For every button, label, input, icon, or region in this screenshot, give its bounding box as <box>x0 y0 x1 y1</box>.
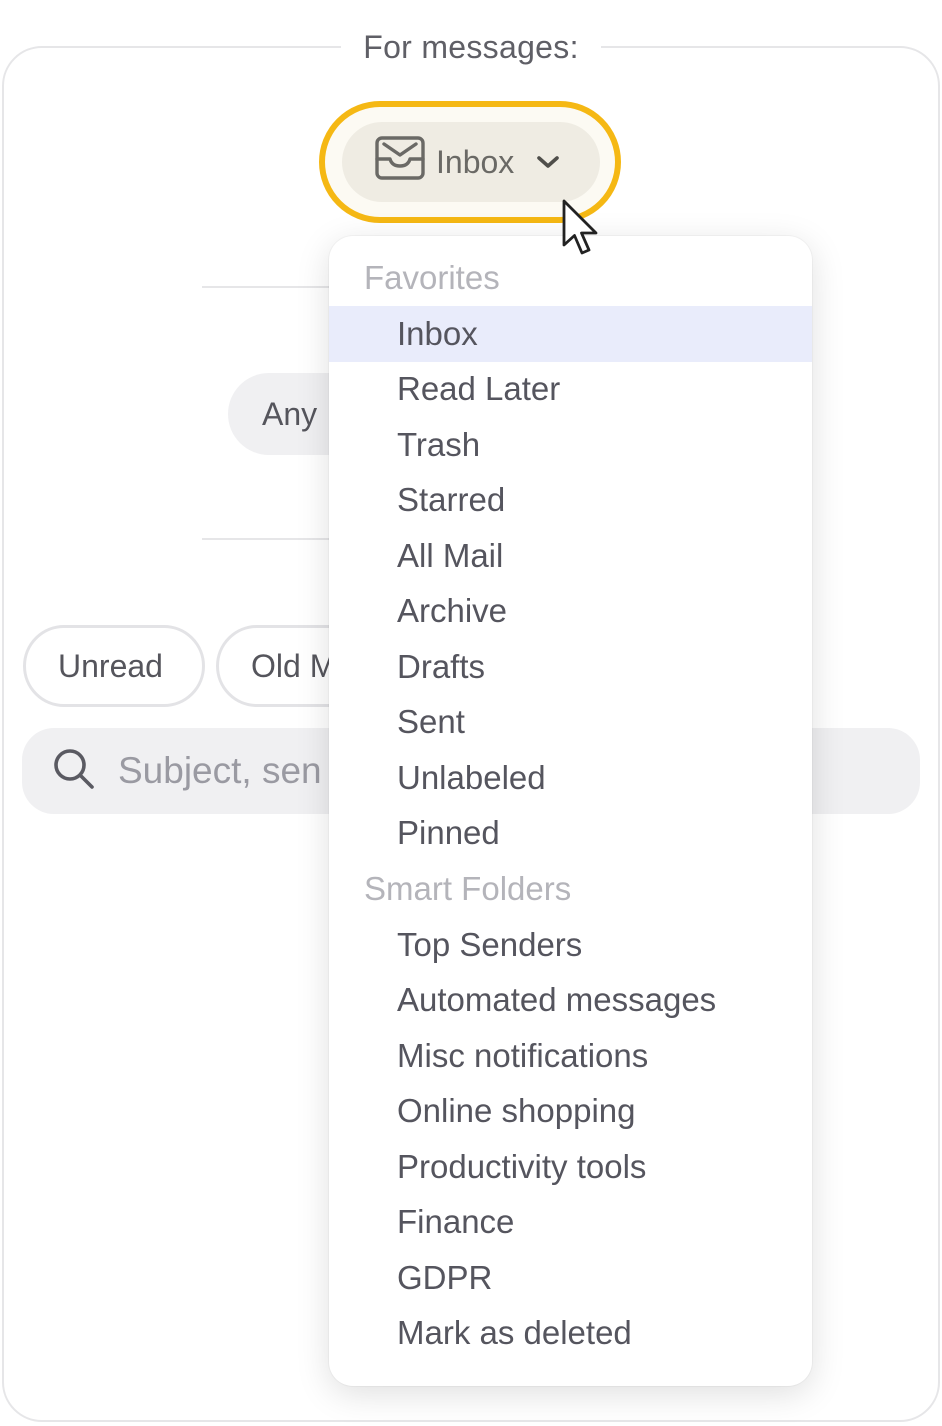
menu-item-productivity-tools[interactable]: Productivity tools <box>329 1139 812 1195</box>
menu-item-all-mail[interactable]: All Mail <box>329 528 812 584</box>
smart-folders-header: Smart Folders <box>364 870 572 907</box>
menu-item-misc-notifications[interactable]: Misc notifications <box>329 1028 812 1084</box>
menu-item-gdpr[interactable]: GDPR <box>329 1250 812 1306</box>
menu-item-read-later[interactable]: Read Later <box>329 362 812 418</box>
unread-chip[interactable]: Unread <box>23 625 205 707</box>
menu-item-online-shopping[interactable]: Online shopping <box>329 1084 812 1140</box>
search-icon <box>52 747 96 796</box>
folder-dropdown-menu: Favorites Inbox Read Later Trash Starred… <box>329 236 812 1386</box>
menu-item-unlabeled[interactable]: Unlabeled <box>329 750 812 806</box>
panel-title-row: For messages: <box>0 24 942 70</box>
menu-item-automated-messages[interactable]: Automated messages <box>329 973 812 1029</box>
inbox-tray-icon <box>374 135 426 189</box>
folder-select-button[interactable]: Inbox <box>342 122 600 202</box>
menu-item-inbox[interactable]: Inbox <box>329 306 812 362</box>
menu-item-sent[interactable]: Sent <box>329 695 812 751</box>
menu-item-starred[interactable]: Starred <box>329 473 812 529</box>
menu-item-trash[interactable]: Trash <box>329 417 812 473</box>
mouse-pointer-icon <box>560 198 604 267</box>
any-filter-label: Any <box>262 395 318 432</box>
menu-item-pinned[interactable]: Pinned <box>329 806 812 862</box>
menu-item-drafts[interactable]: Drafts <box>329 639 812 695</box>
panel-title: For messages: <box>341 28 601 66</box>
menu-item-finance[interactable]: Finance <box>329 1195 812 1251</box>
folder-select-label: Inbox <box>436 143 515 180</box>
menu-item-archive[interactable]: Archive <box>329 584 812 640</box>
old-messages-chip-label: Old M <box>251 647 337 684</box>
chevron-down-icon <box>536 154 560 170</box>
menu-item-top-senders[interactable]: Top Senders <box>329 917 812 973</box>
menu-item-mark-as-deleted[interactable]: Mark as deleted <box>329 1306 812 1362</box>
unread-chip-label: Unread <box>58 647 163 684</box>
